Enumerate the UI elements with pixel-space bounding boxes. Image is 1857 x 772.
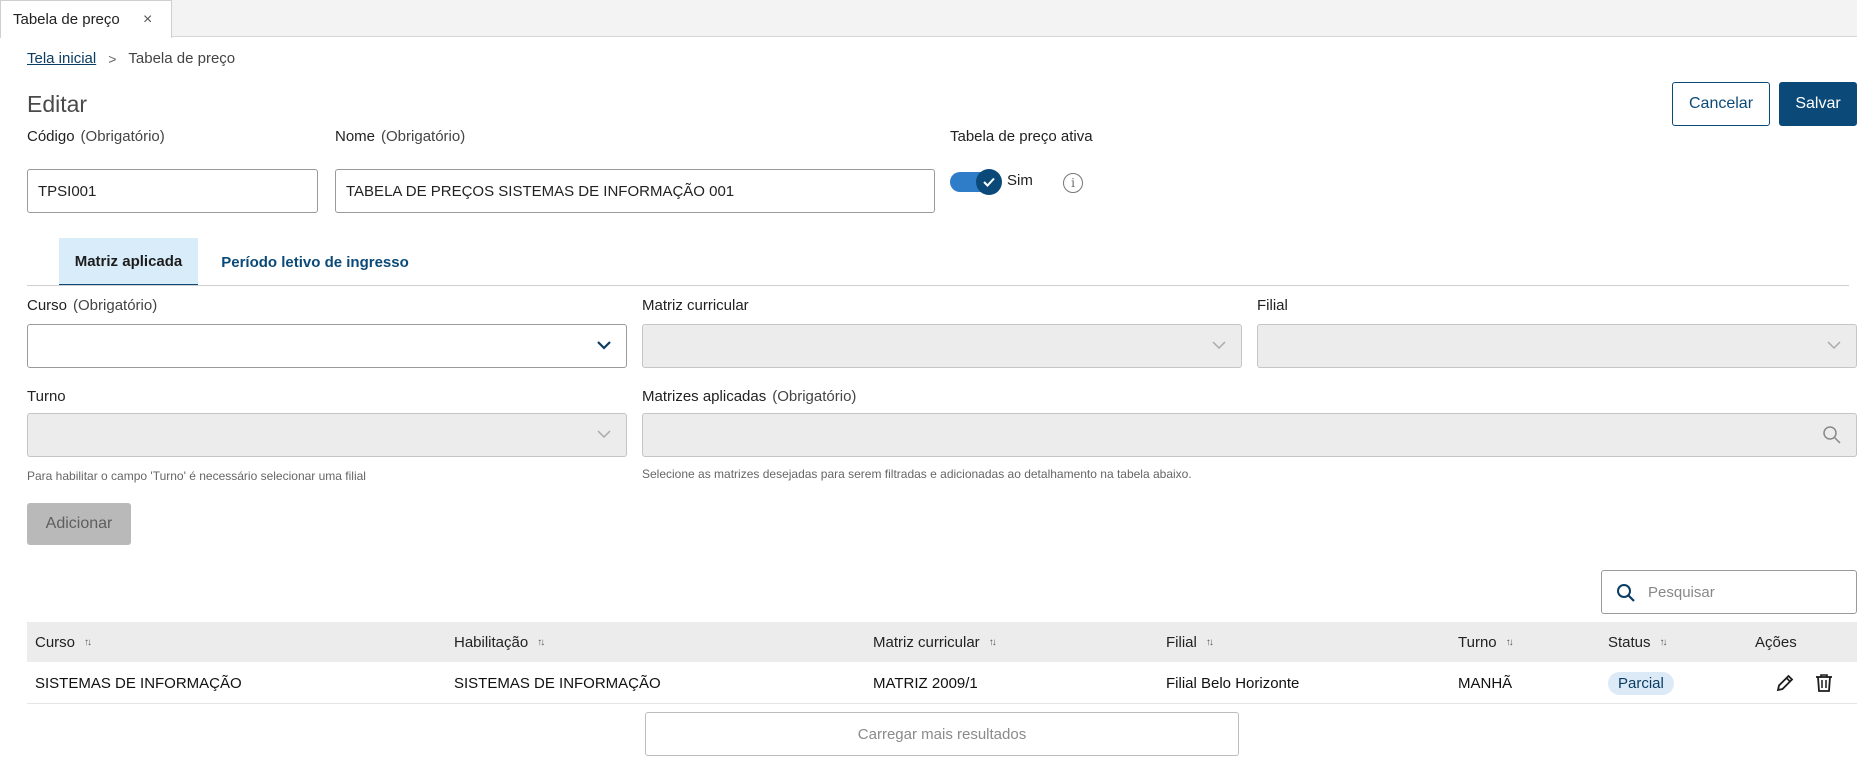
status-badge: Parcial xyxy=(1608,671,1674,695)
ativa-value-label: Sim xyxy=(1007,172,1033,189)
curso-select[interactable] xyxy=(27,324,627,368)
sort-icon[interactable]: ↑↓ xyxy=(1206,637,1214,648)
ativa-label: Tabela de preço ativa xyxy=(950,128,1093,145)
cell-filial: Filial Belo Horizonte xyxy=(1166,674,1300,692)
matriz-curricular-label: Matriz curricular xyxy=(642,297,749,314)
table-row: SISTEMAS DE INFORMAÇÃO SISTEMAS DE INFOR… xyxy=(27,662,1857,704)
search-icon xyxy=(1823,426,1841,444)
turno-select xyxy=(27,413,627,457)
codigo-required-text: (Obrigatório) xyxy=(80,128,165,145)
column-header-label: Turno xyxy=(1458,633,1497,651)
document-tab[interactable]: Tabela de preço × xyxy=(0,0,172,38)
cell-curso: SISTEMAS DE INFORMAÇÃO xyxy=(35,674,242,692)
table-header: Curso ↑↓ Habilitação ↑↓ Matriz curricular ↑… xyxy=(27,622,1857,662)
matriz-curricular-select xyxy=(642,324,1242,368)
sort-icon[interactable]: ↑↓ xyxy=(1660,637,1668,648)
trash-icon[interactable] xyxy=(1813,672,1835,694)
codigo-value: TPSI001 xyxy=(38,182,97,200)
sort-icon[interactable]: ↑↓ xyxy=(537,637,545,648)
chevron-down-icon xyxy=(597,430,611,439)
curso-label-text: Curso xyxy=(27,297,68,314)
load-more-button[interactable]: Carregar mais resultados xyxy=(645,712,1239,756)
cell-matriz: MATRIZ 2009/1 xyxy=(873,674,978,692)
column-header-label: Status xyxy=(1608,633,1651,651)
column-header-status[interactable]: Status ↑↓ xyxy=(1608,622,1668,662)
matrizes-aplicadas-label-text: Matrizes aplicadas xyxy=(642,388,767,405)
column-header-label: Ações xyxy=(1755,633,1797,651)
column-header-acoes: Ações xyxy=(1755,622,1797,662)
curso-required-text: (Obrigatório) xyxy=(73,297,158,314)
column-header-matriz-curricular[interactable]: Matriz curricular ↑↓ xyxy=(873,622,997,662)
info-icon[interactable]: i xyxy=(1063,173,1083,193)
ativa-toggle[interactable] xyxy=(950,169,1002,195)
page-title: Editar xyxy=(27,91,88,117)
filial-label: Filial xyxy=(1257,297,1288,314)
nome-field[interactable]: TABELA DE PREÇOS SISTEMAS DE INFORMAÇÃO … xyxy=(335,169,935,213)
breadcrumb-home-link[interactable]: Tela inicial xyxy=(27,50,96,67)
search-placeholder: Pesquisar xyxy=(1648,583,1715,601)
sort-icon[interactable]: ↑↓ xyxy=(1506,637,1514,648)
column-header-habilitacao[interactable]: Habilitação ↑↓ xyxy=(454,622,545,662)
column-header-label: Curso xyxy=(35,633,76,651)
tabs-divider xyxy=(27,285,1849,286)
matrizes-aplicadas-field xyxy=(642,413,1857,457)
search-icon xyxy=(1617,584,1635,602)
matrizes-aplicadas-hint: Selecione as matrizes desejadas para ser… xyxy=(642,467,1192,481)
chevron-down-icon xyxy=(597,341,611,350)
close-icon[interactable]: × xyxy=(143,11,152,29)
nome-required-text: (Obrigatório) xyxy=(381,128,466,145)
column-header-label: Filial xyxy=(1166,633,1197,651)
search-input[interactable]: Pesquisar xyxy=(1601,570,1857,614)
add-button[interactable]: Adicionar xyxy=(27,503,131,545)
cancel-button[interactable]: Cancelar xyxy=(1672,82,1770,126)
cell-habilitacao: SISTEMAS DE INFORMAÇÃO xyxy=(454,674,661,692)
filial-select xyxy=(1257,324,1857,368)
breadcrumb-current: Tabela de preço xyxy=(128,50,236,67)
check-icon xyxy=(976,169,1002,195)
column-header-curso[interactable]: Curso ↑↓ xyxy=(35,622,92,662)
cell-status: Parcial xyxy=(1608,662,1674,704)
turno-hint: Para habilitar o campo 'Turno' é necessá… xyxy=(27,469,366,483)
cell-turno: MANHÃ xyxy=(1458,674,1513,692)
codigo-label-text: Código xyxy=(27,128,75,145)
codigo-field[interactable]: TPSI001 xyxy=(27,169,318,213)
turno-label: Turno xyxy=(27,388,66,405)
breadcrumb: Tela inicial > Tabela de preço xyxy=(27,50,235,67)
document-tab-label: Tabela de preço xyxy=(13,11,120,28)
matrizes-aplicadas-required-text: (Obrigatório) xyxy=(772,388,857,405)
nome-label: Nome (Obrigatório) xyxy=(335,128,465,145)
column-header-filial[interactable]: Filial ↑↓ xyxy=(1166,622,1214,662)
document-tab-bar: Tabela de preço × xyxy=(0,0,1857,38)
curso-label: Curso (Obrigatório) xyxy=(27,297,157,314)
sort-icon[interactable]: ↑↓ xyxy=(84,637,92,648)
chevron-down-icon xyxy=(1827,341,1841,350)
sort-icon[interactable]: ↑↓ xyxy=(989,637,997,648)
save-button[interactable]: Salvar xyxy=(1779,82,1857,126)
tab-matriz-aplicada[interactable]: Matriz aplicada xyxy=(59,238,198,286)
chevron-right-icon: > xyxy=(108,50,117,67)
edit-icon[interactable] xyxy=(1774,672,1796,694)
column-header-label: Matriz curricular xyxy=(873,633,980,651)
tab-periodo-letivo[interactable]: Período letivo de ingresso xyxy=(220,238,410,286)
nome-label-text: Nome xyxy=(335,128,376,145)
column-header-turno[interactable]: Turno ↑↓ xyxy=(1458,622,1514,662)
codigo-label: Código (Obrigatório) xyxy=(27,128,165,145)
matrizes-aplicadas-label: Matrizes aplicadas (Obrigatório) xyxy=(642,388,856,405)
nome-value: TABELA DE PREÇOS SISTEMAS DE INFORMAÇÃO … xyxy=(346,182,735,200)
chevron-down-icon xyxy=(1212,341,1226,350)
column-header-label: Habilitação xyxy=(454,633,529,651)
